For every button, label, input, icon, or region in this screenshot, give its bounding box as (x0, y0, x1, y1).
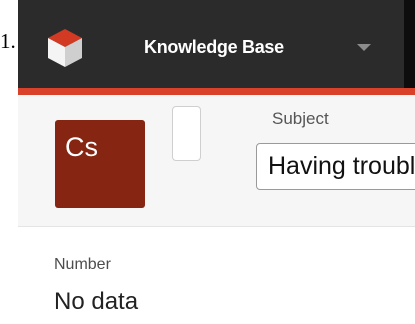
number-label: Number (54, 256, 111, 273)
cube-logo-icon[interactable] (46, 27, 84, 69)
topbar-divider (404, 0, 415, 88)
topbar-accent-stripe (18, 88, 415, 95)
avatar-initials: Cs (65, 132, 98, 162)
number-value: No data (54, 288, 139, 315)
chevron-down-icon[interactable] (357, 44, 371, 51)
subject-input[interactable] (256, 143, 415, 190)
select-checkbox[interactable] (172, 106, 201, 161)
avatar[interactable]: Cs (55, 120, 145, 208)
page: 1. Knowledge Base Cs Subject Number No d… (0, 0, 415, 324)
subject-label: Subject (272, 109, 329, 128)
list-marker: 1. (0, 29, 16, 53)
app-title[interactable]: Knowledge Base (144, 37, 284, 58)
